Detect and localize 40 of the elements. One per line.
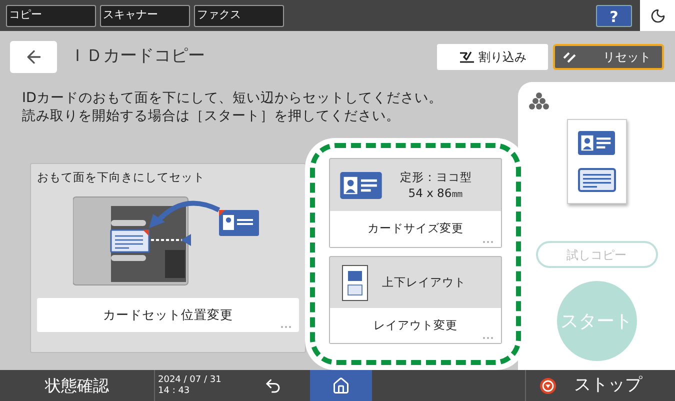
- instruction-text: IDカードのおもて面を下にして、短い辺からセットしてください。: [22, 89, 444, 107]
- interrupt-icon: [458, 51, 474, 63]
- mode-tab[interactable]: ファクス: [194, 4, 284, 26]
- sample-copy-button: 試しコピー: [536, 241, 658, 268]
- interrupt-button[interactable]: 割り込み: [437, 44, 548, 70]
- double-slash-icon: [563, 51, 577, 63]
- time-text: 14 : 43: [158, 386, 191, 396]
- date-text: 2024 / 07 / 31: [158, 374, 222, 386]
- sleep-button[interactable]: [640, 0, 675, 31]
- card-size-button[interactable]: カードサイズ変更: [330, 211, 501, 247]
- layout-change-button[interactable]: レイアウト変更: [330, 308, 501, 343]
- id-card-front-icon: [578, 130, 615, 155]
- home-button[interactable]: [310, 370, 372, 401]
- placed-card-drawing: [110, 230, 150, 253]
- mode-tab[interactable]: スキャナー: [100, 4, 190, 26]
- mode-tab[interactable]: コピー: [6, 4, 96, 26]
- layout-label: 上下レイアウト: [382, 274, 466, 291]
- page-title: ＩＤカードコピー: [69, 45, 205, 68]
- card-size-type: 定形：ヨコ型: [400, 169, 472, 185]
- stop-button[interactable]: ストップ: [525, 370, 675, 401]
- dots-cluster-icon: [528, 92, 550, 110]
- card-back-icon: [578, 168, 616, 192]
- status-check-button[interactable]: 状態確認: [0, 370, 155, 401]
- reset-button[interactable]: リセット: [553, 44, 664, 70]
- moon-icon: [650, 8, 666, 24]
- instruction-text: 読み取りを開始する場合は［スタート］を押してください。: [22, 107, 401, 125]
- curved-arrow-icon: [149, 201, 220, 228]
- id-card-icon: [340, 172, 382, 198]
- card-position-button[interactable]: カードセット位置変更: [37, 298, 299, 332]
- panel-title: おもて面を下向きにしてセット: [37, 169, 206, 186]
- undo-arrow-icon: [264, 376, 282, 394]
- card-size-dimensions: 54 x 86㎜: [408, 185, 464, 201]
- home-icon: [332, 376, 350, 394]
- more-dots-icon: [281, 326, 291, 328]
- id-card-icon: [219, 210, 259, 236]
- dashed-guide-arrow: [151, 234, 191, 246]
- back-button[interactable]: [10, 41, 57, 73]
- help-button[interactable]: ?: [596, 4, 632, 26]
- stop-icon: [540, 378, 556, 394]
- top-bottom-layout-icon: [342, 264, 368, 300]
